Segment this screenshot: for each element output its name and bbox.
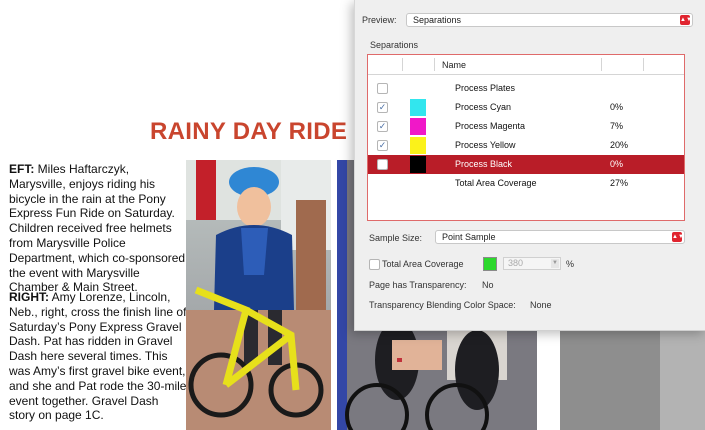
chevron-updown-icon: ▲▼ [680,15,692,25]
photo-boy-on-bike [186,160,331,430]
blending-space-value: None [530,300,552,310]
page-edge-gray [560,330,660,430]
magenta-swatch [410,118,426,135]
row-percent: 20% [610,140,629,150]
page-edge-gray-light [660,330,705,430]
row-checkbox[interactable]: ✓ [377,140,388,151]
separation-row-cyan[interactable]: ✓ Process Cyan 0% [368,98,684,117]
row-name: Total Area Coverage [455,178,537,188]
headline: RAINY DAY RIDE [150,118,348,145]
preview-label: Preview: [362,15,397,25]
row-name: Process Magenta [455,121,526,131]
preview-select[interactable]: Separations ▲▼ [406,13,693,27]
list-header: Name [368,55,684,75]
separations-list: Name Process Plates ✓ Process Cyan 0% ✓ … [367,54,685,221]
blending-space-label: Transparency Blending Color Space: [369,300,516,310]
output-preview-panel: Preview: Separations ▲▼ Separations Name… [354,0,705,331]
row-percent: 27% [610,178,629,188]
total-area-coverage-checkbox[interactable] [369,259,380,270]
caption-left: EFT: Miles Haftarczyk, Marysville, enjoy… [9,162,187,295]
total-area-coverage-label: Total Area Coverage [382,259,464,269]
total-area-coverage-input[interactable]: 380 ▼ [503,257,561,270]
separation-row-yellow[interactable]: ✓ Process Yellow 20% [368,136,684,155]
row-checkbox[interactable]: ✓ [377,102,388,113]
row-percent: 0% [610,102,624,112]
row-name: Process Cyan [455,102,512,112]
row-name: Process Yellow [455,140,516,150]
chevron-down-icon[interactable]: ▼ [551,259,559,268]
row-name: Process Plates [455,83,516,93]
sample-size-select[interactable]: Point Sample ▲▼ [435,230,685,244]
separation-row-black[interactable]: Process Black 0% [368,155,684,174]
separation-row-plates[interactable]: Process Plates [368,79,684,98]
black-swatch [410,156,426,173]
row-percent: 7% [610,121,624,131]
column-header-name: Name [442,60,467,70]
row-checkbox[interactable] [377,159,388,170]
row-checkbox[interactable] [377,83,388,94]
total-area-coverage-value: 380 [508,258,524,268]
caption-left-body: Miles Haftarczyk, Marysville, enjoys rid… [9,162,186,295]
warning-color-swatch[interactable] [483,257,497,271]
row-checkbox[interactable]: ✓ [377,121,388,132]
page-transparency-label: Page has Transparency: [369,280,467,290]
row-percent: 0% [610,159,624,169]
row-name: Process Black [455,159,513,169]
caption-right-lead: RIGHT: [9,290,49,304]
preview-select-value: Separations [413,15,462,25]
total-area-coverage-row: Total Area Coverage 27% [368,174,684,193]
percent-unit: % [566,259,575,269]
yellow-swatch [410,137,426,154]
caption-right-body: Amy Lorenze, Lincoln, Neb., right, cross… [9,290,187,423]
caption-right: RIGHT: Amy Lorenze, Lincoln, Neb., right… [9,290,187,423]
page-transparency-value: No [482,280,494,290]
cyan-swatch [410,99,426,116]
separations-section-title: Separations [370,40,419,50]
sample-size-label: Sample Size: [369,233,423,243]
separation-row-magenta[interactable]: ✓ Process Magenta 7% [368,117,684,136]
chevron-updown-icon: ▲▼ [672,232,684,242]
caption-left-lead: EFT: [9,162,35,176]
sample-size-value: Point Sample [442,232,496,242]
